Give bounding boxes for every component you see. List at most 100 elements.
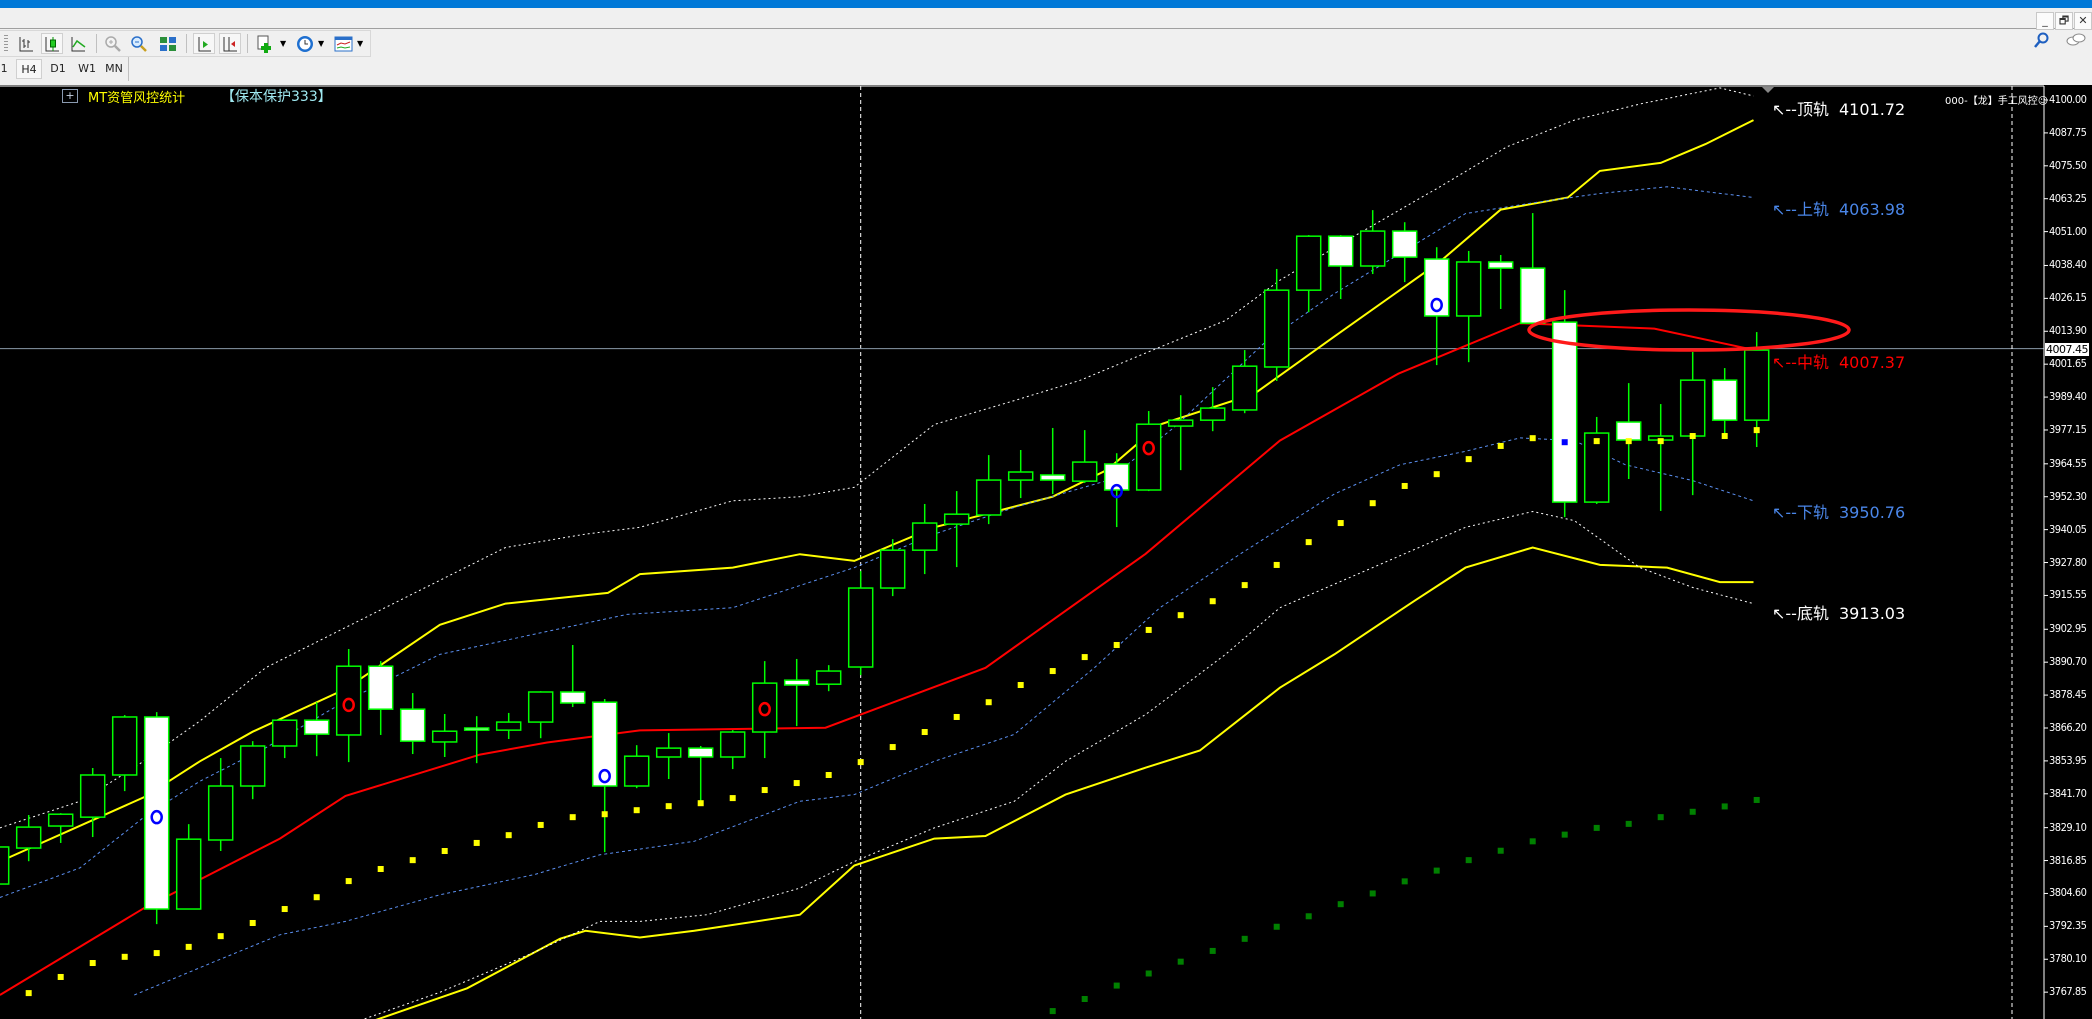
sar-dot xyxy=(953,713,960,720)
price-tick-label: 3829.10 xyxy=(2049,820,2087,834)
sar-dot xyxy=(633,807,640,814)
sar-dot xyxy=(57,973,64,980)
price-tick-label: 3792.35 xyxy=(2049,919,2087,933)
bearish-candle xyxy=(1391,230,1418,258)
bottom-white-band-line xyxy=(362,510,1754,1019)
band-label-value: 4063.98 xyxy=(1838,200,1906,219)
band-label-text: ↖--顶轨 xyxy=(1772,100,1829,119)
price-tick-label: 4100.00 xyxy=(2049,93,2087,106)
sar-dot xyxy=(1433,471,1440,478)
band-label-value: 4007.37 xyxy=(1838,353,1906,372)
lower-blue-band-line xyxy=(134,437,1754,996)
sar-dot xyxy=(281,906,288,913)
green-dot xyxy=(1465,857,1472,864)
band-label-middle: ↖--中轨 4007.37 xyxy=(1772,349,1905,373)
green-dot xyxy=(1689,808,1696,815)
expand-indicator-button[interactable]: + xyxy=(62,89,78,103)
bullish-candle xyxy=(1199,407,1226,421)
sar-dot xyxy=(121,953,128,960)
sar-dot xyxy=(857,759,864,766)
sar-dot xyxy=(1241,582,1248,589)
sar-dot xyxy=(761,787,768,794)
bullish-candle xyxy=(1295,235,1322,291)
bullish-candle xyxy=(1167,419,1194,427)
sar-dot xyxy=(569,814,576,821)
sar-dot xyxy=(1561,439,1568,446)
price-tick-label: 3767.85 xyxy=(2049,985,2087,999)
sar-dot xyxy=(505,832,512,839)
bullish-candle xyxy=(1135,423,1162,491)
bullish-candle xyxy=(335,665,362,736)
band-label-text: ↖--底轨 xyxy=(1772,604,1829,623)
band-label-upper: ↖--上轨 4063.98 xyxy=(1772,196,1905,220)
price-tick-label: 3816.85 xyxy=(2049,853,2087,867)
band-label-value: 4101.72 xyxy=(1838,100,1906,119)
price-tick-label: 4063.25 xyxy=(2049,191,2087,205)
green-dot xyxy=(1049,1008,1056,1015)
bullish-candle xyxy=(239,745,266,787)
chart-shift-marker-icon[interactable] xyxy=(1762,87,1774,93)
sar-dot xyxy=(409,857,416,864)
band-label-lower: ↖--下轨 3950.76 xyxy=(1772,499,1905,523)
green-dot xyxy=(1721,803,1728,810)
sar-dot xyxy=(345,878,352,885)
price-tick-label: 4001.65 xyxy=(2049,357,2087,371)
sar-dot xyxy=(1753,427,1760,434)
green-dot xyxy=(1241,935,1248,942)
sar-dot xyxy=(1497,442,1504,449)
sar-dot xyxy=(985,699,992,706)
bearish-candle xyxy=(367,665,394,710)
price-tick-label: 3780.10 xyxy=(2049,952,2087,966)
bullish-candle xyxy=(815,670,842,685)
bearish-candle xyxy=(1039,474,1066,481)
bearish-candle xyxy=(1423,258,1450,317)
green-dot xyxy=(1209,947,1216,954)
bearish-candle xyxy=(1711,379,1738,421)
sar-dot xyxy=(89,960,96,967)
middle-band-line xyxy=(0,322,1754,996)
price-tick-label: 3915.55 xyxy=(2049,588,2087,602)
price-tick-label: 3977.15 xyxy=(2049,422,2087,436)
sar-dot xyxy=(473,839,480,846)
price-tick-label: 3866.20 xyxy=(2049,720,2087,734)
price-tick-label: 3841.70 xyxy=(2049,786,2087,800)
sar-dot xyxy=(1465,456,1472,463)
sar-dot xyxy=(537,821,544,828)
sar-dot xyxy=(1145,626,1152,633)
sar-dot xyxy=(1113,641,1120,648)
band-label-text: ↖--下轨 xyxy=(1772,503,1829,522)
band-label-text: ↖--中轨 xyxy=(1772,353,1829,372)
lower-yellow-band-line xyxy=(375,546,1754,1019)
green-dot xyxy=(1401,878,1408,885)
bearish-candle xyxy=(1615,421,1642,441)
bearish-candle xyxy=(463,727,490,731)
sar-dot xyxy=(25,990,32,997)
sar-dot xyxy=(1369,500,1376,507)
bullish-candle xyxy=(943,513,970,525)
sar-dot xyxy=(1177,612,1184,619)
band-label-top: ↖--顶轨 4101.72 xyxy=(1772,96,1905,120)
sar-dot xyxy=(601,811,608,818)
bearish-candle xyxy=(559,691,586,704)
bullish-candle xyxy=(431,730,458,743)
sar-dot xyxy=(889,744,896,751)
band-label-value: 3950.76 xyxy=(1838,503,1906,522)
bullish-candle xyxy=(1679,379,1706,437)
sar-dot xyxy=(729,795,736,802)
sar-dot xyxy=(1401,482,1408,489)
green-dot xyxy=(1657,814,1664,821)
price-tick-label: 3952.30 xyxy=(2049,489,2087,503)
sar-dot xyxy=(921,729,928,736)
bullish-candle xyxy=(911,522,938,551)
price-tick-label: 3853.95 xyxy=(2049,753,2087,767)
green-dot xyxy=(1145,970,1152,977)
sar-dot xyxy=(1657,438,1664,445)
bearish-candle xyxy=(1487,261,1514,269)
bearish-candle xyxy=(591,701,618,787)
green-dot xyxy=(1593,824,1600,831)
bullish-candle xyxy=(47,813,74,827)
protection-label: 【保本保护333】 xyxy=(221,89,332,105)
sar-dot xyxy=(665,803,672,810)
band-label-bottom: ↖--底轨 3913.03 xyxy=(1772,600,1905,624)
bullish-candle xyxy=(527,691,554,723)
